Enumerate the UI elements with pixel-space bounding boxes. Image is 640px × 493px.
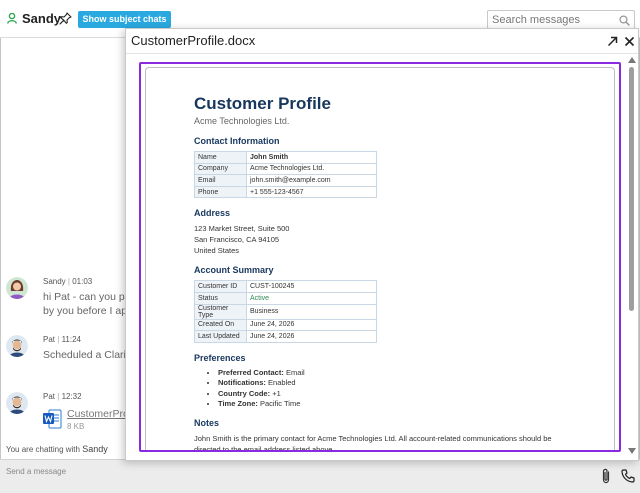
notes-heading: Notes <box>194 417 220 428</box>
viewer-scrollbar[interactable] <box>626 57 638 457</box>
contact-table: Name John Smith Company Acme Technologies … <box>194 151 377 199</box>
message-time: 11:24 <box>61 335 81 344</box>
table-key: Email <box>194 174 247 187</box>
message-author: Pat <box>43 335 56 344</box>
scroll-down-arrow-icon[interactable] <box>628 448 636 454</box>
table-key: Customer Type <box>194 303 247 320</box>
message-line: by you before I ap <box>43 305 128 317</box>
scroll-up-arrow-icon[interactable] <box>628 57 636 63</box>
scrollbar-thumb[interactable] <box>629 67 634 311</box>
message-time: 01:03 <box>72 277 93 286</box>
expand-icon[interactable] <box>607 36 618 47</box>
avatar-sandy[interactable] <box>6 277 28 299</box>
message-text: hi Pat - can you pl by you before I ap <box>43 290 127 318</box>
table-row: Status Active <box>194 291 377 305</box>
message-meta: Pat | 12:32 <box>43 392 82 401</box>
show-subject-chats-button[interactable]: Show subject chats <box>78 11 171 28</box>
message-line: hi Pat - can you pl <box>43 291 128 303</box>
address-heading: Address <box>194 208 231 219</box>
attachment-file-size: 8 KB <box>67 422 85 431</box>
table-row: Last Updated June 24, 2026 <box>194 330 377 343</box>
message-author: Sandy <box>43 277 66 286</box>
message-line: Scheduled a Clari <box>43 349 126 361</box>
viewer-divider <box>126 53 638 54</box>
table-row: Email john.smith@example.com <box>194 174 377 187</box>
message-meta: Sandy | 01:03 <box>43 277 93 286</box>
table-row: Phone +1 555-123-4567 <box>194 185 377 199</box>
table-key: Customer ID <box>194 280 247 293</box>
notes-text: John Smith is the primary contact for Ac… <box>194 433 552 452</box>
table-value: john.smith@example.com <box>246 174 377 187</box>
address-line: San Francisco, CA 94105 <box>194 235 280 245</box>
table-key: Created On <box>194 318 247 332</box>
table-value: John Smith <box>246 151 377 164</box>
word-document-icon <box>43 409 62 429</box>
table-row: Created On June 24, 2026 <box>194 318 377 332</box>
table-value: June 24, 2026 <box>246 318 377 332</box>
document-subtitle: Acme Technologies Ltd. <box>194 116 290 126</box>
viewer-title: CustomerProfile.docx <box>131 33 256 48</box>
phone-icon[interactable] <box>621 469 635 483</box>
user-status-icon <box>7 13 17 24</box>
message-meta: Pat | 11:24 <box>43 335 81 344</box>
document-viewer: CustomerProfile.docx Customer Profile Ac… <box>125 28 639 461</box>
table-row: Customer ID CUST-100245 <box>194 280 377 293</box>
contact-heading: Contact Information <box>194 136 280 146</box>
table-row: Company Acme Technologies Ltd. <box>194 162 377 176</box>
list-item: Time Zone: Pacific Time <box>218 399 614 410</box>
table-row: Customer Type Business <box>194 303 377 320</box>
preferences-heading: Preferences <box>194 352 246 363</box>
table-key: Status <box>194 291 247 305</box>
search-icon[interactable] <box>619 15 630 26</box>
address-block: 123 Market Street, Suite 500 San Francis… <box>194 223 614 256</box>
table-key: Company <box>194 162 247 176</box>
avatar-pat[interactable] <box>6 392 28 414</box>
message-text: Scheduled a Clari <box>43 348 126 362</box>
account-table: Customer ID CUST-100245 Status Active Cust… <box>194 280 377 343</box>
preferences-list: Preferred Contact: Email Notifications: … <box>218 368 614 410</box>
search-input[interactable] <box>492 12 616 27</box>
account-heading: Account Summary <box>194 265 274 276</box>
chat-user-name: Sandy <box>22 11 62 26</box>
pin-icon[interactable] <box>59 12 72 25</box>
chatting-with-name: Sandy <box>82 444 108 454</box>
table-key: Name <box>194 151 247 164</box>
list-item: Notifications: Enabled <box>218 378 614 389</box>
table-key: Last Updated <box>194 330 247 343</box>
table-value: Acme Technologies Ltd. <box>246 162 377 176</box>
address-line: 123 Market Street, Suite 500 <box>194 224 290 234</box>
message-time: 12:32 <box>61 392 82 401</box>
list-item: Preferred Contact: Email <box>218 368 614 379</box>
chatting-prefix: You are chatting with <box>6 445 80 454</box>
table-key: Phone <box>194 185 247 199</box>
address-line: United States <box>194 246 240 256</box>
attachment-file-name[interactable]: CustomerPro <box>67 408 129 420</box>
table-value: +1 555-123-4567 <box>246 185 377 199</box>
table-value: Business <box>246 303 377 320</box>
paperclip-icon[interactable] <box>601 468 611 484</box>
close-icon[interactable] <box>624 36 635 47</box>
table-value: CUST-100245 <box>246 280 377 293</box>
status-value: Active <box>246 291 377 305</box>
document-preview-area[interactable]: Customer Profile Acme Technologies Ltd. … <box>139 62 621 452</box>
search-box <box>487 10 635 29</box>
message-author: Pat <box>43 392 56 401</box>
message-composer <box>0 459 640 493</box>
avatar-pat[interactable] <box>6 335 28 357</box>
chatting-with-label: You are chatting with Sandy <box>6 444 108 454</box>
table-value: June 24, 2026 <box>246 330 377 343</box>
list-item: Country Code: +1 <box>218 389 614 400</box>
document-title: Customer Profile <box>194 94 331 113</box>
message-input[interactable] <box>6 464 566 478</box>
table-row: Name John Smith <box>194 151 377 164</box>
document-page: Customer Profile Acme Technologies Ltd. … <box>145 67 615 452</box>
